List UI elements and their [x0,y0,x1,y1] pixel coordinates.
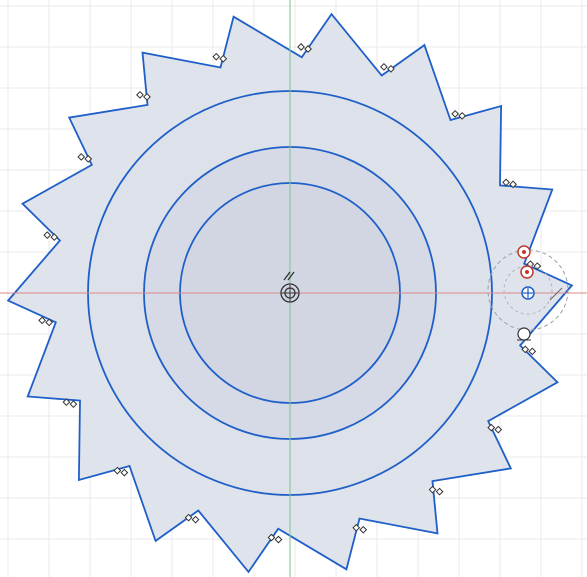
coincident-square-a [77,152,86,161]
coincident-square-b [120,468,129,477]
coincident-square-a [212,52,221,61]
selected-point-dot [525,270,529,274]
coincident-square-a [136,90,144,99]
selected-point-dot [522,250,526,254]
unselected-point[interactable] [517,327,531,341]
coincident-square-b [359,525,368,534]
coincident-square-b [528,347,537,356]
coincident-square-b [191,515,200,524]
coincident-square-b [274,535,283,544]
coincident-square-a [502,178,510,187]
coincident-square-a [451,109,460,118]
coincident-square-a [297,43,305,51]
coincident-square-b [69,400,78,409]
coincident-square-a [38,316,47,325]
origin-point[interactable] [280,283,300,303]
sketch-svg[interactable] [0,0,587,577]
coincident-square-a [380,62,388,71]
sketch-canvas[interactable] [0,0,587,577]
coincident-square-b [435,487,444,496]
